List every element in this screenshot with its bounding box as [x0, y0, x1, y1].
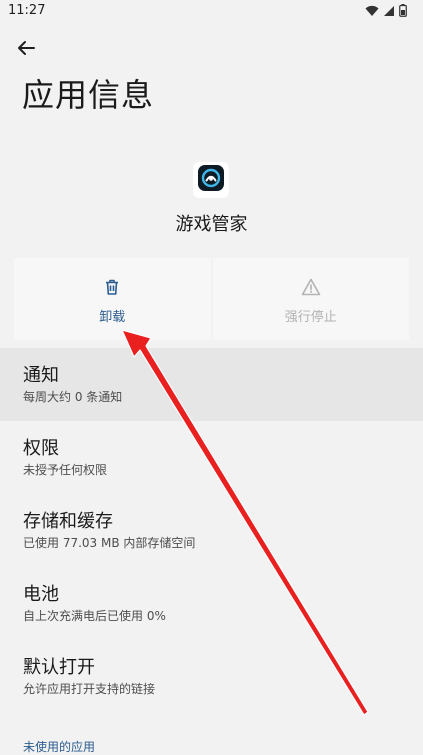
- list-item-storage[interactable]: 存储和缓存 已使用 77.03 MB 内部存储空间: [0, 494, 423, 567]
- signal-icon: [383, 5, 395, 17]
- uninstall-button[interactable]: 卸载: [14, 258, 211, 340]
- force-stop-label: 强行停止: [284, 310, 337, 325]
- force-stop-button[interactable]: 强行停止: [212, 258, 409, 340]
- list-item-subtitle: 允许应用打开支持的链接: [23, 681, 156, 696]
- page-title: 应用信息: [22, 76, 155, 114]
- list-item-subtitle: 自上次充满电后已使用 0%: [23, 608, 166, 623]
- back-arrow-icon: [17, 40, 35, 60]
- unused-apps-section-header: 未使用的应用: [23, 740, 96, 754]
- list-item-permissions[interactable]: 权限 未授予任何权限: [0, 421, 423, 494]
- list-item-subtitle: 未授予任何权限: [23, 462, 108, 477]
- list-item-title: 默认打开: [23, 656, 95, 678]
- list-item-subtitle: 已使用 77.03 MB 内部存储空间: [23, 535, 196, 550]
- list-item-open-by-default[interactable]: 默认打开 允许应用打开支持的链接: [0, 640, 423, 713]
- uninstall-label: 卸载: [99, 310, 126, 325]
- list-item-title: 电池: [23, 583, 59, 605]
- list-item-title: 存储和缓存: [23, 510, 113, 532]
- battery-icon: [399, 4, 407, 17]
- trash-icon: [103, 278, 121, 300]
- game-manager-icon: [197, 164, 225, 196]
- list-item-subtitle: 每周大约 0 条通知: [23, 389, 123, 404]
- app-icon: [193, 162, 229, 198]
- wifi-icon: [365, 5, 379, 17]
- status-time: 11:27: [8, 3, 46, 18]
- app-name: 游戏管家: [175, 214, 248, 235]
- warning-icon: [301, 278, 321, 300]
- status-icons: [365, 4, 407, 17]
- status-bar: 11:27: [0, 0, 423, 24]
- list-item-title: 通知: [23, 364, 59, 386]
- app-actions: 卸载 强行停止: [14, 258, 409, 340]
- list-item-notifications[interactable]: 通知 每周大约 0 条通知: [0, 348, 423, 421]
- settings-list: 通知 每周大约 0 条通知 权限 未授予任何权限 存储和缓存 已使用 77.03…: [0, 348, 423, 713]
- back-button[interactable]: [10, 36, 42, 64]
- list-item-battery[interactable]: 电池 自上次充满电后已使用 0%: [0, 567, 423, 640]
- list-item-title: 权限: [23, 437, 59, 459]
